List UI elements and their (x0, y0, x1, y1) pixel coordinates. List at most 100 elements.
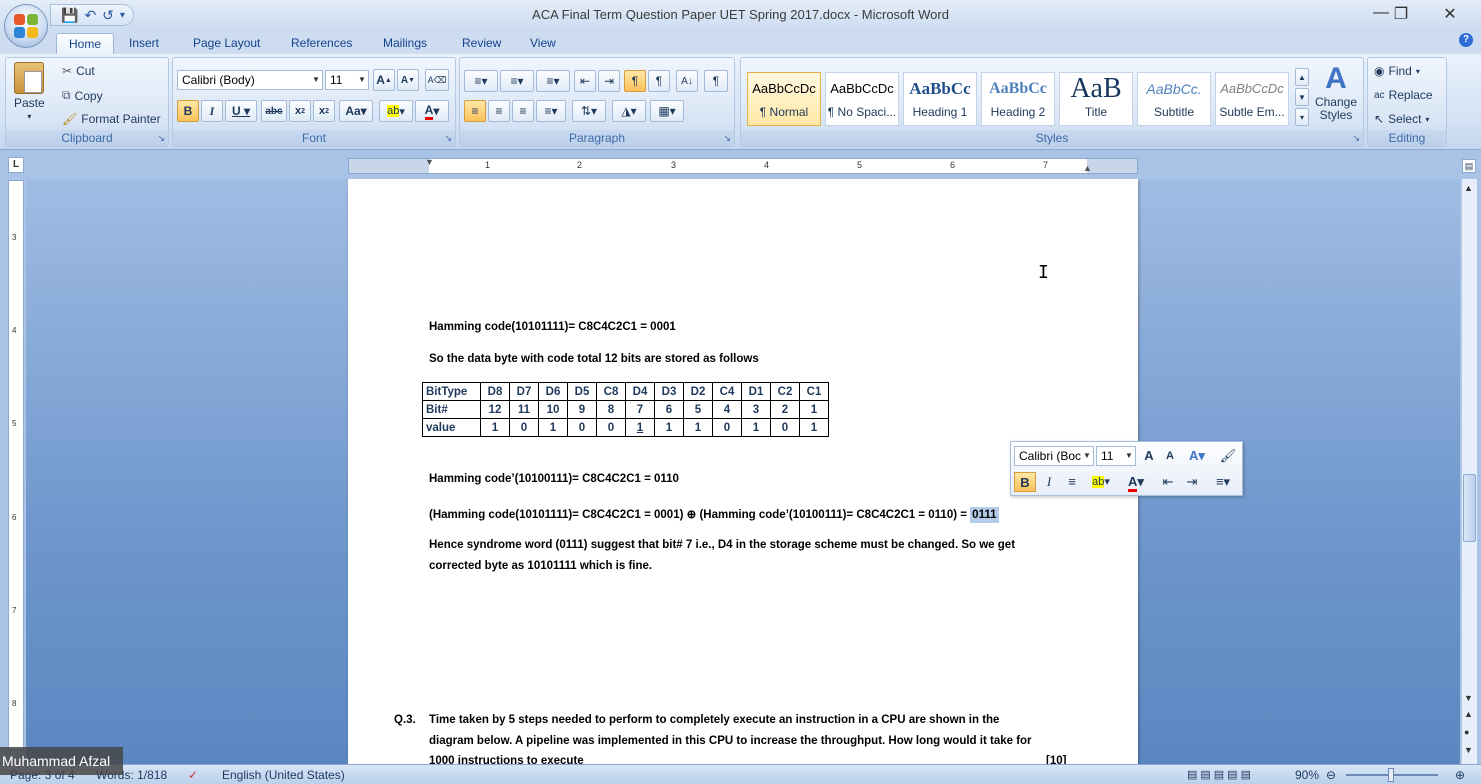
scroll-thumb[interactable] (1463, 474, 1476, 542)
justify-button[interactable]: ≡▾ (536, 100, 566, 122)
previous-page-icon[interactable]: ▲ (1464, 709, 1473, 719)
scroll-down-icon[interactable]: ▼ (1464, 693, 1473, 703)
styles-scroll-down-button[interactable]: ▼ (1295, 88, 1309, 106)
maximize-button[interactable]: ❐ (1381, 4, 1421, 24)
borders-button[interactable]: ▦ ▾ (650, 100, 684, 122)
dialog-launcher-icon[interactable]: ↘ (1352, 133, 1360, 144)
mini-bold-button[interactable]: B (1014, 472, 1036, 492)
style-normal[interactable]: AaBbCcDc ¶ Normal (747, 72, 821, 126)
shrink-font-button[interactable]: A ▼ (397, 69, 419, 91)
numbering-button[interactable]: ≡ ▾ (500, 70, 534, 92)
customize-qat-icon[interactable]: ▾ (120, 10, 125, 21)
rtl-button[interactable]: ¶ (648, 70, 670, 92)
style-heading-1[interactable]: AaBbCc Heading 1 (903, 72, 977, 126)
style-no-spacing[interactable]: AaBbCcDc ¶ No Spaci... (825, 72, 899, 126)
ltr-button[interactable]: ¶ (624, 70, 646, 92)
tab-view[interactable]: View (524, 33, 562, 54)
find-button[interactable]: ◉ Find ▾ (1374, 64, 1420, 78)
zoom-slider[interactable] (1346, 768, 1438, 782)
zoom-out-icon[interactable]: ⊖ (1326, 768, 1336, 782)
save-icon[interactable]: 💾 (61, 7, 78, 24)
zoom-in-icon[interactable]: ⊕ (1455, 768, 1465, 782)
redo-icon[interactable]: ↺ (102, 7, 114, 24)
vertical-scrollbar[interactable]: ▲ ▼ ▲ ● ▼ (1461, 179, 1477, 764)
help-icon[interactable]: ? (1459, 33, 1473, 47)
mini-format-painter-icon[interactable]: 🖌 (1217, 446, 1239, 466)
style-title[interactable]: AaB Title (1059, 72, 1133, 126)
clear-formatting-button[interactable]: A⌫ (425, 69, 449, 91)
grow-font-button[interactable]: A ▲ (373, 69, 395, 91)
align-left-button[interactable]: ≡ (464, 100, 486, 122)
view-ruler-icon[interactable]: ▤ (1462, 159, 1476, 173)
close-button[interactable]: ✕ (1430, 4, 1470, 24)
styles-scroll-up-button[interactable]: ▲ (1295, 68, 1309, 86)
change-case-button[interactable]: Aa▾ (339, 100, 373, 122)
scroll-up-icon[interactable]: ▲ (1464, 183, 1473, 193)
style-subtle-emphasis[interactable]: AaBbCcDc Subtle Em... (1215, 72, 1289, 126)
font-size-combo[interactable]: 11 ▼ (325, 70, 369, 90)
selected-text[interactable]: 0111 (970, 507, 999, 523)
tab-home[interactable]: Home (56, 33, 115, 54)
strikethrough-button[interactable]: abc (261, 100, 287, 122)
font-name-combo[interactable]: Calibri (Body) ▼ (177, 70, 323, 90)
mini-highlight-button[interactable]: ab▾ (1085, 472, 1117, 492)
mini-shrink-font-button[interactable]: A (1161, 446, 1179, 466)
indent-marker-icon[interactable]: ▼ (425, 157, 434, 167)
proofing-icon[interactable]: ✓ (188, 768, 198, 782)
copy-button[interactable]: ⧉ Copy (62, 88, 103, 103)
align-right-button[interactable]: ≡ (512, 100, 534, 122)
vertical-ruler[interactable]: 3 4 5 6 7 8 (8, 180, 24, 750)
mini-decrease-indent-button[interactable]: ⇤ (1157, 472, 1179, 492)
mini-styles-button[interactable]: A▾ (1183, 446, 1211, 466)
mini-center-button[interactable]: ≡ (1061, 472, 1083, 492)
shading-button[interactable]: ◮ ▾ (612, 100, 646, 122)
mini-size-combo[interactable]: 11 ▼ (1096, 446, 1136, 466)
change-styles-button[interactable]: A Change Styles (1311, 62, 1361, 122)
tab-mailings[interactable]: Mailings (377, 33, 433, 54)
language-indicator[interactable]: English (United States) (222, 768, 345, 782)
dialog-launcher-icon[interactable]: ↘ (723, 133, 731, 144)
italic-button[interactable]: I (201, 100, 223, 122)
sort-button[interactable]: A↓ (676, 70, 698, 92)
paste-button[interactable]: Paste ▾ (14, 62, 45, 121)
style-heading-2[interactable]: AaBbCc Heading 2 (981, 72, 1055, 126)
replace-button[interactable]: ac Replace (1374, 88, 1433, 102)
browse-object-icon[interactable]: ● (1464, 727, 1469, 737)
view-buttons[interactable]: ▤▤▤▤▤ (1187, 768, 1254, 781)
mini-increase-indent-button[interactable]: ⇥ (1181, 472, 1203, 492)
tab-selector[interactable]: L (8, 157, 24, 173)
decrease-indent-button[interactable]: ⇤ (574, 70, 596, 92)
dialog-launcher-icon[interactable]: ↘ (444, 133, 452, 144)
tab-insert[interactable]: Insert (123, 33, 165, 54)
style-subtitle[interactable]: AaBbCc. Subtitle (1137, 72, 1211, 126)
mini-italic-button[interactable]: I (1039, 472, 1059, 492)
cut-button[interactable]: ✂ Cut (62, 64, 95, 78)
right-indent-marker-icon[interactable]: ▲ (1083, 163, 1092, 173)
line-spacing-button[interactable]: ⇅▾ (572, 100, 606, 122)
mini-font-combo[interactable]: Calibri (Boc ▼ (1014, 446, 1094, 466)
horizontal-ruler[interactable]: 1 2 3 4 5 6 7 ▼ ▲ (348, 157, 1138, 174)
select-button[interactable]: ↖ Select ▾ (1374, 112, 1429, 126)
font-color-button[interactable]: A ▾ (415, 100, 449, 122)
office-button[interactable] (4, 4, 48, 48)
tab-page-layout[interactable]: Page Layout (187, 33, 266, 54)
increase-indent-button[interactable]: ⇥ (598, 70, 620, 92)
format-painter-button[interactable]: 🖌 Format Painter (62, 112, 161, 126)
highlight-button[interactable]: ab ▾ (379, 100, 413, 122)
multilevel-list-button[interactable]: ≡ ▾ (536, 70, 570, 92)
align-center-button[interactable]: ≡ (488, 100, 510, 122)
mini-bullets-button[interactable]: ≡▾ (1207, 472, 1239, 492)
styles-more-button[interactable]: ▾ (1295, 108, 1309, 126)
next-page-icon[interactable]: ▼ (1464, 745, 1473, 755)
undo-icon[interactable]: ↶ (84, 7, 96, 24)
show-marks-button[interactable]: ¶ (704, 70, 728, 92)
mini-font-color-button[interactable]: A▾ (1121, 472, 1151, 492)
subscript-button[interactable]: x2 (289, 100, 311, 122)
dialog-launcher-icon[interactable]: ↘ (157, 133, 165, 144)
superscript-button[interactable]: x2 (313, 100, 335, 122)
bullets-button[interactable]: ≡ ▾ (464, 70, 498, 92)
tab-review[interactable]: Review (456, 33, 507, 54)
zoom-level[interactable]: 90% (1295, 768, 1319, 782)
underline-button[interactable]: U ▾ (225, 100, 257, 122)
mini-grow-font-button[interactable]: A (1139, 446, 1159, 466)
